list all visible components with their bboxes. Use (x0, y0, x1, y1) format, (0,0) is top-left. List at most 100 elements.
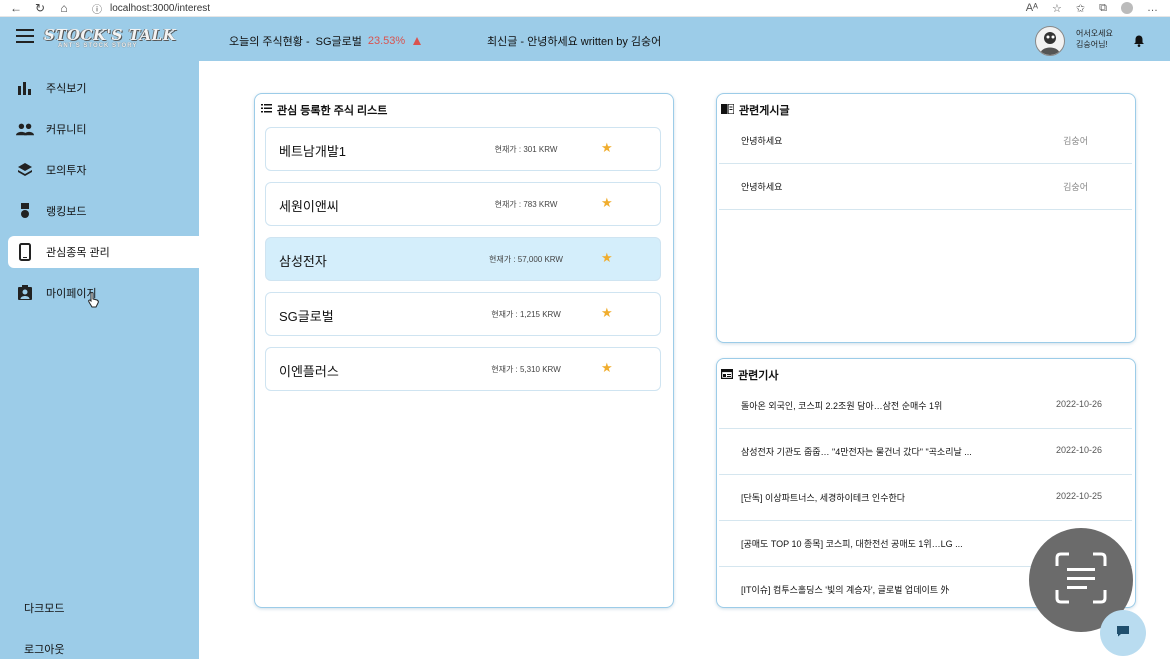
book-icon (721, 102, 735, 117)
smartphone-icon (16, 243, 34, 261)
newspaper-icon (721, 368, 734, 382)
greeting-line-2: 김숭어님! (1076, 40, 1108, 49)
logo[interactable]: STOCK'S TALK (44, 26, 176, 44)
post-row[interactable]: 안녕하세요 김숭어 (719, 164, 1132, 210)
greeting-line-1: 어서오세요 (1076, 29, 1113, 38)
stock-name: 삼성전자 (279, 254, 327, 269)
contact-icon (16, 284, 34, 302)
stock-name: 베트남개발1 (279, 144, 347, 159)
address-bar[interactable]: ⓘ localhost:3000/interest (92, 1, 210, 16)
people-icon (16, 120, 34, 138)
ticker-percent: 23.53% (367, 35, 406, 47)
greeting: 어서오세요 김숭어님! (1076, 28, 1113, 50)
sidebar-item-mock-invest[interactable]: 모의투자 (8, 154, 199, 186)
watchlist-panel: 관심 등록한 주식 리스트 베트남개발1 현재가 : 301 KRW ★ 세원이… (254, 93, 674, 608)
stock-price: 현재가 : 5,310 KRW (491, 365, 561, 374)
star-icon[interactable]: ★ (601, 360, 613, 376)
stock-card[interactable]: SG글로벌 현재가 : 1,215 KRW ★ (265, 292, 661, 336)
home-icon[interactable]: ⌂ (56, 1, 72, 15)
related-posts-title: 관련게시글 (721, 102, 790, 118)
layers-icon (16, 161, 34, 179)
news-title[interactable]: [공매도 TOP 10 종목] 코스피, 대한전선 공매도 1위…LG ... (741, 537, 963, 550)
sidebar-item-community[interactable]: 커뮤니티 (8, 113, 199, 145)
stock-name: SG글로벌 (279, 309, 334, 324)
menu-icon[interactable] (16, 29, 34, 43)
post-title[interactable]: 안녕하세요 (741, 134, 782, 147)
profile-icon[interactable] (1121, 2, 1133, 14)
favorites-bar-icon[interactable]: ✩ (1076, 2, 1085, 15)
sidebar: STOCK'S TALK ANT'S STOCK STORY 주식보기 커뮤니티… (0, 17, 199, 659)
more-icon[interactable]: … (1147, 2, 1158, 14)
news-row[interactable]: 돌아온 외국인, 코스피 2.2조원 담아…삼전 순매수 1위 2022-10-… (719, 383, 1132, 429)
stock-card[interactable]: 세원이앤씨 현재가 : 783 KRW ★ (265, 182, 661, 226)
related-posts-panel: 관련게시글 안녕하세요 김숭어 안녕하세요 김숭어 (716, 93, 1136, 343)
stock-price: 현재가 : 783 KRW (494, 200, 558, 209)
news-date: 2022-10-26 (1055, 445, 1102, 455)
favorite-icon[interactable]: ☆ (1052, 2, 1062, 15)
stock-price: 현재가 : 301 KRW (494, 145, 558, 154)
scan-text-icon (1053, 550, 1109, 611)
watchlist-title-text: 관심 등록한 주식 리스트 (277, 105, 388, 117)
sidebar-item-label: 주식보기 (46, 83, 87, 95)
star-icon[interactable]: ★ (601, 195, 613, 211)
chat-icon (1116, 624, 1130, 642)
news-row[interactable]: [단독] 이상파트너스, 세경하이테크 인수한다 2022-10-25 (719, 475, 1132, 521)
logo-subtitle: ANT'S STOCK STORY (58, 43, 138, 49)
news-date: 2022-10-25 (1055, 491, 1102, 501)
chat-button[interactable] (1100, 610, 1146, 656)
sidebar-item-watchlist[interactable]: 관심종목 관리 (8, 236, 199, 268)
latest-post[interactable]: 최신글 - 안녕하세요 written by 김숭어 (487, 33, 661, 49)
stock-price: 현재가 : 1,215 KRW (491, 310, 561, 319)
sidebar-item-label: 랭킹보드 (46, 206, 87, 218)
info-icon: ⓘ (92, 4, 102, 16)
back-icon[interactable]: ← (8, 1, 24, 15)
news-row[interactable]: 삼성전자 기관도 줍줍… "4만전자는 물건너 갔다" "곡소리날 ... 20… (719, 429, 1132, 475)
post-row[interactable]: 안녕하세요 김숭어 (719, 118, 1132, 164)
logout-button[interactable]: 로그아웃 (24, 641, 64, 657)
stock-card[interactable]: 이엔플러스 현재가 : 5,310 KRW ★ (265, 347, 661, 391)
list-icon (261, 104, 272, 116)
ticker: 오늘의 주식현황 - SG글로벌 23.53% (229, 33, 422, 49)
stock-card[interactable]: 삼성전자 현재가 : 57,000 KRW ★ (265, 237, 661, 281)
post-author: 김숭어 (1063, 136, 1088, 146)
ticker-stock[interactable]: SG글로벌 (316, 33, 362, 49)
star-icon[interactable]: ★ (601, 250, 613, 266)
sidebar-item-label: 커뮤니티 (46, 124, 87, 136)
related-news-title: 관련기사 (721, 367, 778, 383)
news-date: 2022-10-26 (1055, 399, 1102, 409)
news-title[interactable]: 삼성전자 기관도 줍줍… "4만전자는 물건너 갔다" "곡소리날 ... (741, 445, 972, 458)
collections-icon[interactable]: ⧉ (1099, 2, 1107, 15)
mouse-cursor-icon (88, 292, 100, 313)
stock-name: 이엔플러스 (279, 364, 339, 379)
stock-name: 세원이앤씨 (279, 199, 339, 214)
browser-toolbar: ← ↻ ⌂ ⓘ localhost:3000/interest Aᴬ ☆ ✩ ⧉… (0, 0, 1170, 17)
ticker-label: 오늘의 주식현황 - (229, 36, 310, 48)
stock-price: 현재가 : 57,000 KRW (489, 255, 563, 264)
avatar[interactable] (1035, 26, 1065, 56)
dark-mode-toggle[interactable]: 다크모드 (24, 600, 64, 616)
post-title[interactable]: 안녕하세요 (741, 180, 782, 193)
bell-icon[interactable] (1133, 35, 1145, 50)
medal-icon (16, 202, 34, 220)
sidebar-item-label: 모의투자 (46, 165, 87, 177)
related-posts-title-text: 관련게시글 (739, 105, 790, 117)
news-title[interactable]: [IT이슈] 컴투스홀딩스 '빛의 계승자', 글로벌 업데이트 外 (741, 583, 950, 596)
url-text[interactable]: localhost:3000/interest (110, 3, 210, 14)
reload-icon[interactable]: ↻ (32, 1, 48, 15)
star-icon[interactable]: ★ (601, 140, 613, 156)
watchlist-title: 관심 등록한 주식 리스트 (261, 102, 387, 118)
stock-card[interactable]: 베트남개발1 현재가 : 301 KRW ★ (265, 127, 661, 171)
news-title[interactable]: [단독] 이상파트너스, 세경하이테크 인수한다 (741, 491, 905, 504)
news-title[interactable]: 돌아온 외국인, 코스피 2.2조원 담아…삼전 순매수 1위 (741, 399, 942, 412)
sidebar-item-label: 관심종목 관리 (46, 247, 110, 259)
top-header: 오늘의 주식현황 - SG글로벌 23.53% 최신글 - 안녕하세요 writ… (199, 17, 1170, 61)
star-icon[interactable]: ★ (601, 305, 613, 321)
post-author: 김숭어 (1063, 182, 1088, 192)
up-arrow-icon (413, 37, 422, 45)
sidebar-item-stocks[interactable]: 주식보기 (8, 72, 199, 104)
read-aloud-icon[interactable]: Aᴬ (1026, 2, 1038, 14)
sidebar-item-mypage[interactable]: 마이페이지 (8, 277, 199, 309)
related-news-title-text: 관련기사 (738, 370, 779, 382)
sidebar-item-ranking[interactable]: 랭킹보드 (8, 195, 199, 227)
bar-chart-icon (16, 79, 34, 97)
